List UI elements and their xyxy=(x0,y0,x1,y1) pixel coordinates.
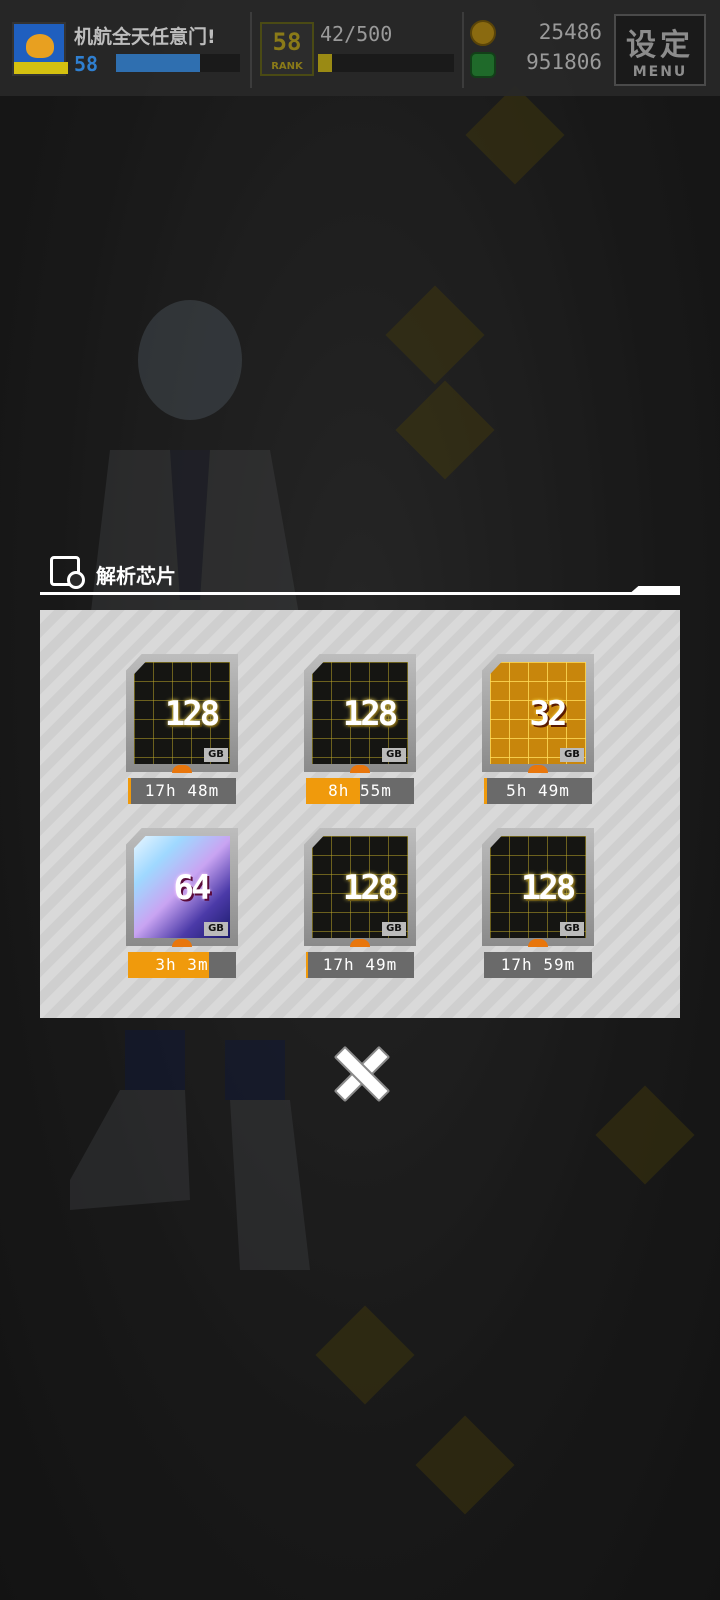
cash-icon xyxy=(470,52,496,78)
chip-slot[interactable]: 32 GB 5h 49m xyxy=(482,654,594,806)
chip-card: 64 GB xyxy=(126,828,238,946)
chip-unit: GB xyxy=(560,748,584,762)
chip-indicator xyxy=(528,939,548,947)
panel-title: 解析芯片 xyxy=(96,564,176,588)
rank-bar xyxy=(318,54,454,72)
chip-timer-bar: 5h 49m xyxy=(484,778,592,804)
rank-label: RANK xyxy=(271,61,303,72)
avatar-face xyxy=(26,34,54,58)
chip-indicator xyxy=(350,765,370,773)
chip-timer-bar: 3h 3m xyxy=(128,952,236,978)
chip-capacity: 128 xyxy=(342,868,398,908)
chip-timer-bar: 17h 59m xyxy=(484,952,592,978)
chip-slot[interactable]: 64 GB 3h 3m xyxy=(126,828,238,980)
chip-indicator xyxy=(528,765,548,773)
chip-timer-text: 3h 3m xyxy=(155,955,209,974)
chip-card: 128 GB xyxy=(126,654,238,772)
chip-capacity: 32 xyxy=(529,694,568,734)
chip-capacity: 128 xyxy=(520,868,576,908)
rank-progress-text: 42/500 xyxy=(320,22,393,46)
cash-amount: 951806 xyxy=(526,50,602,74)
coin-icon xyxy=(470,20,496,46)
chip-unit: GB xyxy=(382,748,406,762)
chip-timer-text: 8h 55m xyxy=(328,781,392,800)
chip-analysis-icon xyxy=(50,556,85,589)
chip-panel: 128 GB 17h 48m 128 GB 8h 55m 32 GB 5h 49m 64 GB 3h … xyxy=(40,610,680,1018)
chip-card: 32 GB xyxy=(482,654,594,772)
chip-timer-bar: 17h 49m xyxy=(306,952,414,978)
exp-bar xyxy=(116,54,240,72)
chip-slot[interactable]: 128 GB 17h 48m xyxy=(126,654,238,806)
chip-indicator xyxy=(172,765,192,773)
chip-card: 128 GB xyxy=(304,654,416,772)
chip-card: 128 GB xyxy=(304,828,416,946)
player-name: 机航全天任意门! xyxy=(74,26,216,48)
chip-unit: GB xyxy=(560,922,584,936)
chip-timer-text: 17h 49m xyxy=(322,955,398,974)
coin-amount: 25486 xyxy=(538,20,602,44)
menu-button-sublabel: MENU xyxy=(632,64,688,80)
avatar-tag xyxy=(14,62,68,74)
chip-unit: GB xyxy=(382,922,406,936)
chip-unit: GB xyxy=(204,922,228,936)
divider xyxy=(462,12,464,88)
chip-timer-text: 5h 49m xyxy=(506,781,570,800)
chip-slot[interactable]: 128 GB 17h 59m xyxy=(482,828,594,980)
top-status-bar: 机航全天任意门! 58 58 RANK 42/500 25486 951806 … xyxy=(0,0,720,96)
chip-slot[interactable]: 128 GB 8h 55m xyxy=(304,654,416,806)
close-button[interactable] xyxy=(334,1046,386,1098)
menu-button-label: 设定 xyxy=(626,28,694,63)
rank-badge: 58 RANK xyxy=(260,22,314,76)
menu-button[interactable]: 设定 MENU xyxy=(614,14,706,86)
divider xyxy=(250,12,252,88)
chip-indicator xyxy=(350,939,370,947)
player-level: 58 xyxy=(74,52,99,76)
panel-rule xyxy=(40,592,680,595)
chip-indicator xyxy=(172,939,192,947)
exp-bar-fill xyxy=(116,54,201,72)
chip-capacity: 128 xyxy=(342,694,398,734)
chip-timer-text: 17h 59m xyxy=(500,955,576,974)
rank-number: 58 xyxy=(272,28,302,56)
chip-timer-bar: 8h 55m xyxy=(306,778,414,804)
chip-slot[interactable]: 128 GB 17h 49m xyxy=(304,828,416,980)
chip-capacity: 64 xyxy=(173,868,212,908)
rank-bar-fill xyxy=(318,54,332,72)
chip-card: 128 GB xyxy=(482,828,594,946)
chip-timer-bar: 17h 48m xyxy=(128,778,236,804)
chip-unit: GB xyxy=(204,748,228,762)
panel-header: 解析芯片 xyxy=(40,556,680,596)
panel-rule-end xyxy=(628,586,680,595)
chip-capacity: 128 xyxy=(164,694,220,734)
player-avatar[interactable] xyxy=(12,22,68,76)
chip-timer-text: 17h 48m xyxy=(144,781,220,800)
